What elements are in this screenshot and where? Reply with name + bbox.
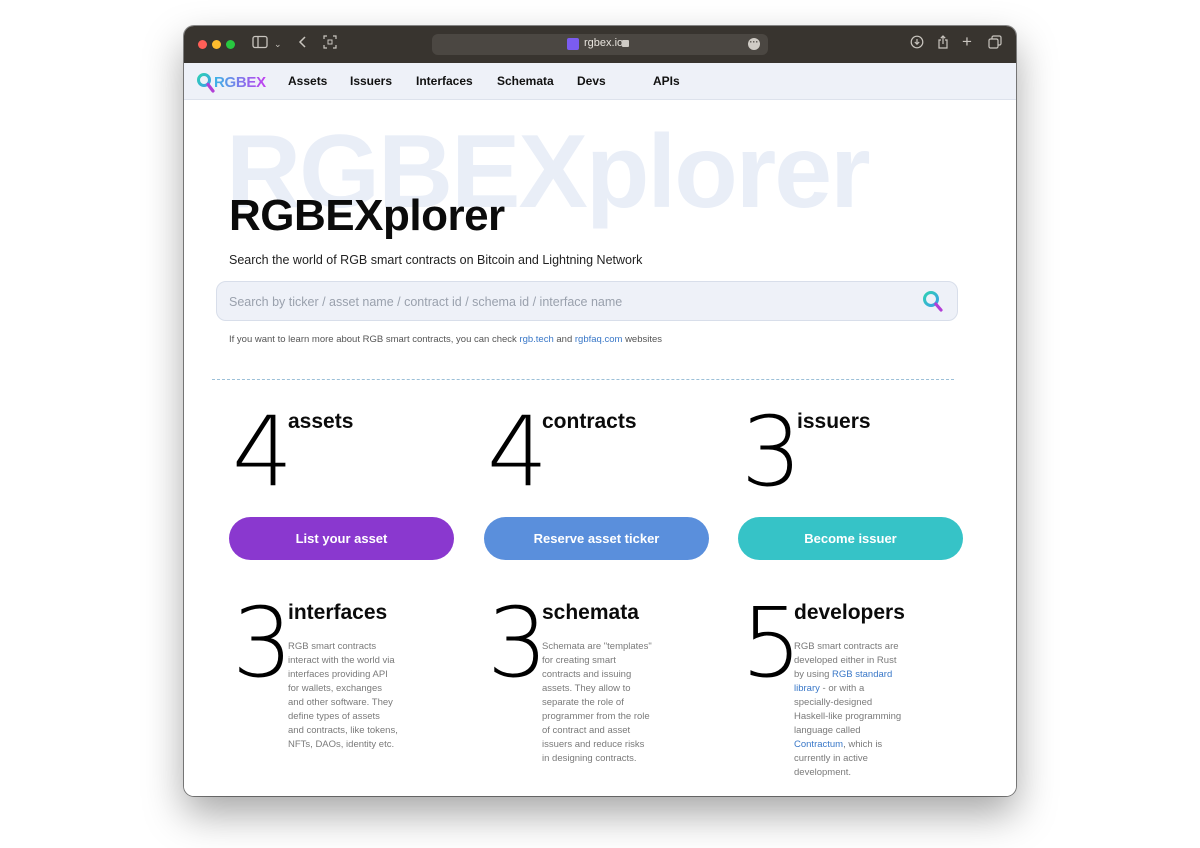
desc-line: contracts and issuing <box>542 669 632 680</box>
desc-line: separate the role of <box>542 697 624 708</box>
interfaces-label: interfaces <box>288 601 388 624</box>
site-navbar: RGBEX Assets Issuers Interfaces Schemata… <box>184 63 1016 100</box>
more-options-icon[interactable]: ··· <box>748 38 760 50</box>
maximize-window-button[interactable] <box>226 40 235 49</box>
page-content: RGBEXplorer RGBEXplorer Search the world… <box>184 100 1016 796</box>
site-favicon-icon <box>567 38 579 50</box>
desc-line: currently in active <box>794 753 868 764</box>
become-issuer-button[interactable]: Become issuer <box>738 517 963 560</box>
desc-line: language called <box>794 725 861 736</box>
nav-devs[interactable]: Devs <box>577 74 606 88</box>
nav-apis[interactable]: APIs <box>653 74 680 88</box>
schemata-count: 3 <box>487 587 549 699</box>
rgb-tech-link[interactable]: rgb.tech <box>519 334 553 345</box>
desc-line: library - or with a <box>794 682 924 696</box>
nav-interfaces[interactable]: Interfaces <box>416 74 473 88</box>
desc-line: interact with the world via <box>288 655 395 666</box>
lock-icon <box>622 40 629 47</box>
address-bar-url: rgbex.io <box>584 37 624 49</box>
interfaces-description: RGB smart contracts interact with the wo… <box>288 640 408 752</box>
desc-line: for wallets, exchanges <box>288 683 382 694</box>
logo-text: RGBEX <box>214 74 266 91</box>
contractum-link[interactable]: Contractum <box>794 739 843 750</box>
back-arrow-icon[interactable] <box>298 35 308 54</box>
rgb-standard-library-link-cont[interactable]: library <box>794 683 820 694</box>
search-box <box>216 281 958 321</box>
desc-line: and other software. They <box>288 697 393 708</box>
interfaces-count: 3 <box>232 587 294 699</box>
close-window-button[interactable] <box>198 40 207 49</box>
sidebar-toggle-icon[interactable] <box>252 35 268 54</box>
desc-line: define types of assets <box>288 711 380 722</box>
desc-line: for creating smart <box>542 655 616 666</box>
rgb-standard-library-link[interactable]: RGB standard <box>832 669 892 680</box>
schemata-description: Schemata are "templates" for creating sm… <box>542 640 662 766</box>
list-asset-button[interactable]: List your asset <box>229 517 454 560</box>
new-tab-icon[interactable]: + <box>962 33 972 51</box>
reserve-ticker-button[interactable]: Reserve asset ticker <box>484 517 709 560</box>
desc-line: programmer from the role <box>542 711 650 722</box>
desc-line: development. <box>794 767 852 778</box>
search-input[interactable] <box>229 292 909 312</box>
developers-description: RGB smart contracts are developed either… <box>794 640 924 780</box>
developers-label: developers <box>794 601 905 624</box>
desc-line: NFTs, DAOs, identity etc. <box>288 739 395 750</box>
desc-line: in designing contracts. <box>542 753 637 764</box>
assets-count: 4 <box>232 396 294 508</box>
desc-line: and contracts, like tokens, <box>288 725 398 736</box>
developers-count: 5 <box>741 587 803 699</box>
desc-line: interfaces providing API <box>288 669 388 680</box>
chevron-down-icon[interactable]: ⌄ <box>274 35 282 53</box>
issuers-label: issuers <box>797 410 871 433</box>
contracts-count: 4 <box>487 396 549 508</box>
desc-line: Schemata are "templates" <box>542 641 652 652</box>
browser-window: ⌄ rgbex.io ··· + RGBEX Assets Issuers In… <box>184 26 1016 796</box>
desc-line: assets. They allow to <box>542 683 631 694</box>
download-icon[interactable] <box>910 35 924 54</box>
magnifier-logo-icon <box>197 73 215 93</box>
note-text: If you want to learn more about RGB smar… <box>229 334 517 345</box>
contracts-label: contracts <box>542 410 637 433</box>
desc-line: specially-designed <box>794 697 873 708</box>
search-icon[interactable] <box>921 289 945 313</box>
assets-label: assets <box>288 410 354 433</box>
page-subtitle: Search the world of RGB smart contracts … <box>229 253 643 267</box>
page-title: RGBEXplorer <box>229 191 505 240</box>
capture-icon[interactable] <box>323 35 337 54</box>
rgbfaq-link[interactable]: rgbfaq.com <box>575 334 623 345</box>
section-divider <box>212 379 954 380</box>
issuers-count: 3 <box>741 396 803 508</box>
desc-text: by using <box>794 669 830 680</box>
address-bar[interactable]: rgbex.io ··· <box>432 34 768 55</box>
nav-assets[interactable]: Assets <box>288 74 327 88</box>
desc-text: , which is <box>843 739 883 750</box>
tab-overview-icon[interactable] <box>988 35 1002 54</box>
nav-schemata[interactable]: Schemata <box>497 74 554 88</box>
desc-line: developed either in Rust <box>794 655 897 666</box>
desc-line: by using RGB standard <box>794 668 924 682</box>
desc-line: RGB smart contracts are <box>794 641 899 652</box>
share-icon[interactable] <box>937 35 949 55</box>
desc-line: RGB smart contracts <box>288 641 377 652</box>
desc-text: - or with a <box>822 683 865 694</box>
note-suffix-text: websites <box>625 334 663 345</box>
schemata-label: schemata <box>542 601 639 624</box>
minimize-window-button[interactable] <box>212 40 221 49</box>
learn-more-note: If you want to learn more about RGB smar… <box>229 334 662 345</box>
desc-line: Contractum, which is <box>794 738 924 752</box>
desc-line: issuers and reduce risks <box>542 739 645 750</box>
note-and-text: and <box>556 334 573 345</box>
desc-line: of contract and asset <box>542 725 631 736</box>
browser-titlebar: ⌄ rgbex.io ··· + <box>184 26 1016 63</box>
nav-issuers[interactable]: Issuers <box>350 74 392 88</box>
desc-line: Haskell-like programming <box>794 711 902 722</box>
